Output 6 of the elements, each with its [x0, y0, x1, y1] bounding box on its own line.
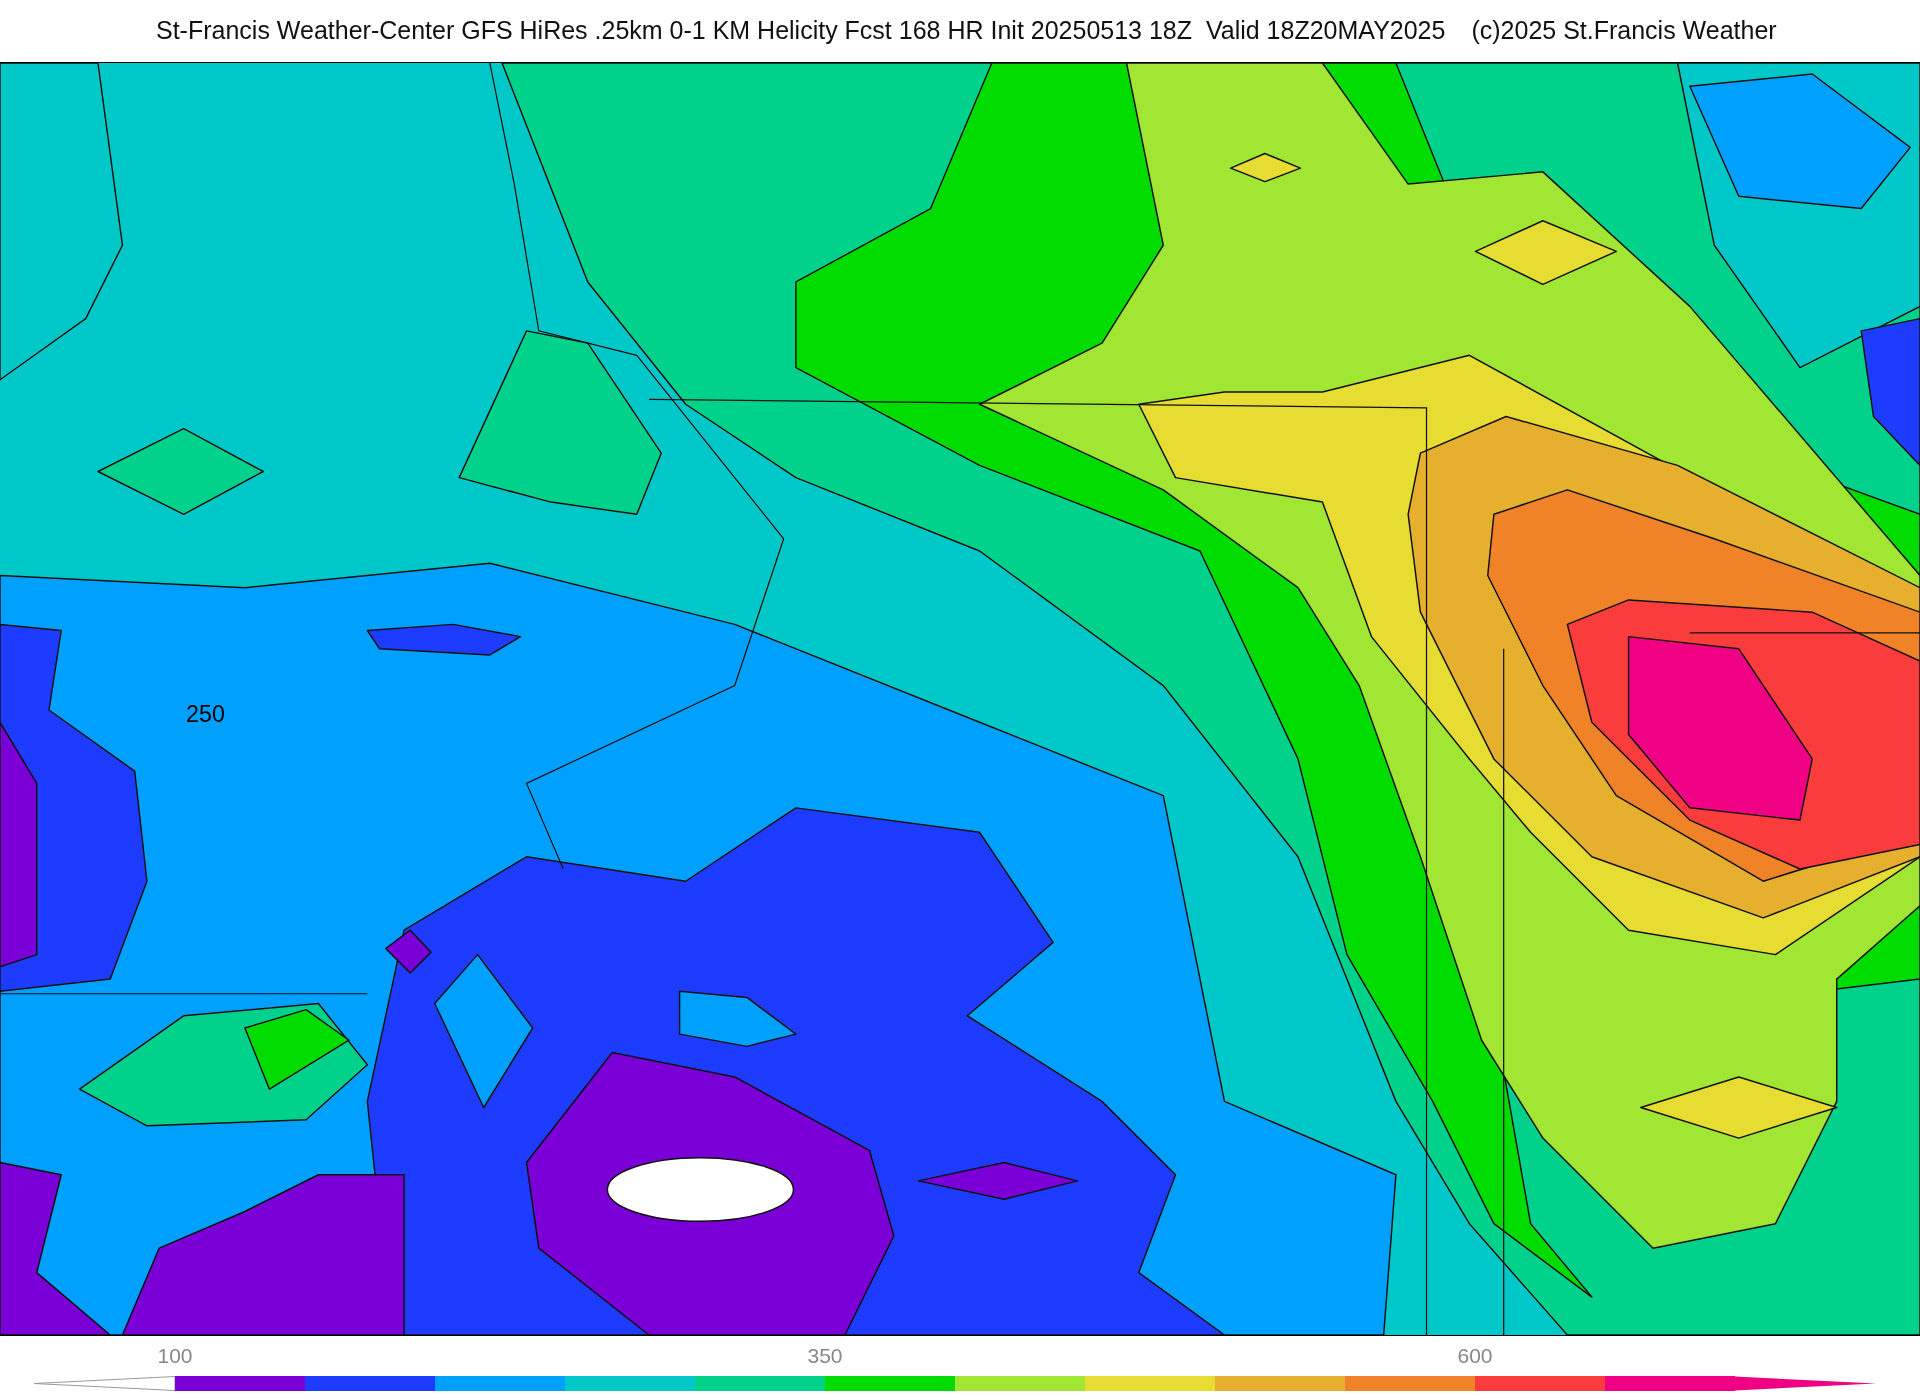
- chart-title: St-Francis Weather-Center GFS HiRes .25km 0-1 KM Helicity Fcst 168 HR Init 20250513 18Z Valid 18Z20MAY2025: [156, 15, 1446, 47]
- tick-label: 600: [1457, 1343, 1493, 1370]
- contour-label: 250: [186, 701, 225, 728]
- copyright-text: (c)2025 St.Francis Weather: [1471, 15, 1777, 47]
- tick-label: 350: [807, 1343, 843, 1370]
- tick-label: 100: [157, 1343, 193, 1370]
